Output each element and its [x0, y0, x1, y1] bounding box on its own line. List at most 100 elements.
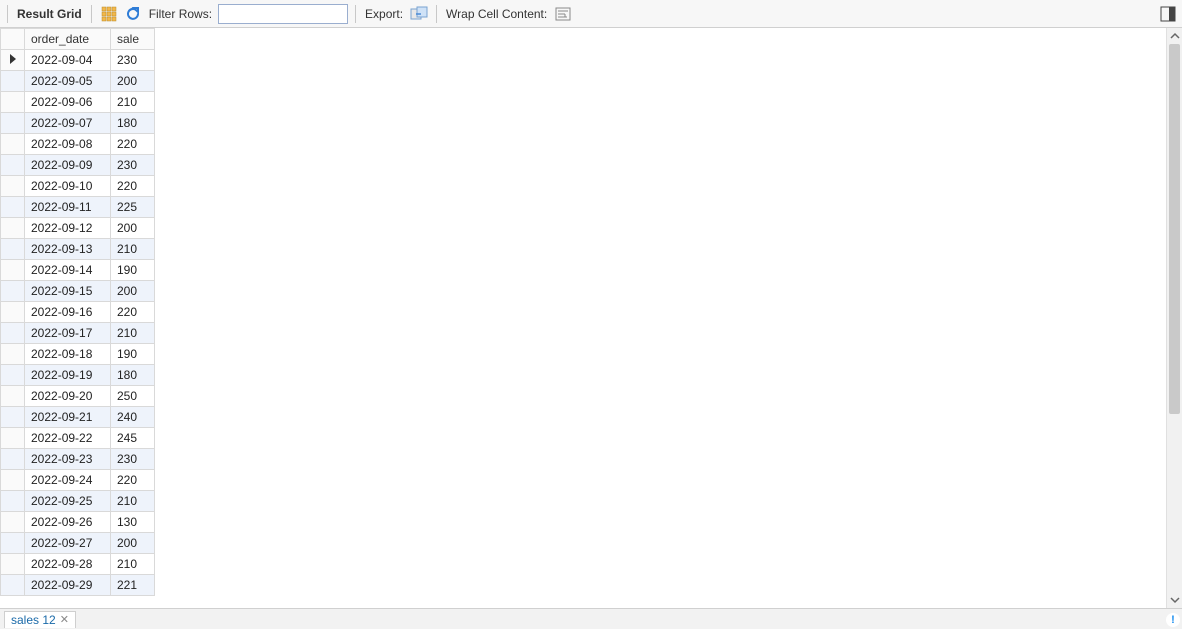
cell-sale[interactable]: 225 [111, 197, 155, 218]
table-row[interactable]: 2022-09-10220 [1, 176, 155, 197]
cell-order-date[interactable]: 2022-09-22 [25, 428, 111, 449]
cell-sale[interactable]: 180 [111, 365, 155, 386]
cell-sale[interactable]: 200 [111, 71, 155, 92]
row-header[interactable] [1, 449, 25, 470]
close-icon[interactable]: ✕ [60, 613, 69, 626]
result-grid-scrollpane[interactable]: order_date sale 2022-09-042302022-09-052… [0, 28, 1166, 608]
refresh-icon[interactable] [123, 4, 143, 24]
table-row[interactable]: 2022-09-18190 [1, 344, 155, 365]
cell-order-date[interactable]: 2022-09-28 [25, 554, 111, 575]
cell-sale[interactable]: 220 [111, 470, 155, 491]
cell-order-date[interactable]: 2022-09-19 [25, 365, 111, 386]
row-header[interactable] [1, 470, 25, 491]
table-row[interactable]: 2022-09-09230 [1, 155, 155, 176]
table-row[interactable]: 2022-09-14190 [1, 260, 155, 281]
cell-sale[interactable]: 220 [111, 302, 155, 323]
cell-order-date[interactable]: 2022-09-29 [25, 575, 111, 596]
cell-sale[interactable]: 230 [111, 50, 155, 71]
cell-order-date[interactable]: 2022-09-14 [25, 260, 111, 281]
cell-order-date[interactable]: 2022-09-13 [25, 239, 111, 260]
table-row[interactable]: 2022-09-13210 [1, 239, 155, 260]
table-row[interactable]: 2022-09-16220 [1, 302, 155, 323]
scroll-up-arrow-icon[interactable] [1167, 28, 1182, 44]
row-header[interactable] [1, 218, 25, 239]
cell-order-date[interactable]: 2022-09-06 [25, 92, 111, 113]
row-header[interactable] [1, 260, 25, 281]
row-header[interactable] [1, 344, 25, 365]
info-badge-icon[interactable]: ! [1166, 613, 1180, 627]
table-row[interactable]: 2022-09-06210 [1, 92, 155, 113]
cell-sale[interactable]: 210 [111, 491, 155, 512]
scrollbar-track[interactable] [1167, 44, 1182, 592]
table-row[interactable]: 2022-09-15200 [1, 281, 155, 302]
table-row[interactable]: 2022-09-22245 [1, 428, 155, 449]
table-row[interactable]: 2022-09-20250 [1, 386, 155, 407]
cell-order-date[interactable]: 2022-09-27 [25, 533, 111, 554]
row-header[interactable] [1, 50, 25, 71]
cell-order-date[interactable]: 2022-09-04 [25, 50, 111, 71]
side-panel-toggle-icon[interactable] [1158, 4, 1178, 24]
column-header-order-date[interactable]: order_date [25, 29, 111, 50]
cell-sale[interactable]: 221 [111, 575, 155, 596]
table-row[interactable]: 2022-09-19180 [1, 365, 155, 386]
cell-sale[interactable]: 230 [111, 155, 155, 176]
cell-order-date[interactable]: 2022-09-21 [25, 407, 111, 428]
row-header[interactable] [1, 575, 25, 596]
row-header[interactable] [1, 155, 25, 176]
vertical-scrollbar[interactable] [1166, 28, 1182, 608]
cell-order-date[interactable]: 2022-09-08 [25, 134, 111, 155]
cell-sale[interactable]: 210 [111, 323, 155, 344]
table-row[interactable]: 2022-09-28210 [1, 554, 155, 575]
row-header[interactable] [1, 281, 25, 302]
row-header[interactable] [1, 134, 25, 155]
cell-order-date[interactable]: 2022-09-26 [25, 512, 111, 533]
cell-sale[interactable]: 190 [111, 344, 155, 365]
cell-order-date[interactable]: 2022-09-16 [25, 302, 111, 323]
row-header[interactable] [1, 407, 25, 428]
cell-sale[interactable]: 130 [111, 512, 155, 533]
row-header[interactable] [1, 533, 25, 554]
cell-order-date[interactable]: 2022-09-12 [25, 218, 111, 239]
table-row[interactable]: 2022-09-24220 [1, 470, 155, 491]
cell-sale[interactable]: 200 [111, 218, 155, 239]
cell-order-date[interactable]: 2022-09-09 [25, 155, 111, 176]
table-row[interactable]: 2022-09-04230 [1, 50, 155, 71]
scrollbar-thumb[interactable] [1169, 44, 1180, 414]
scroll-down-arrow-icon[interactable] [1167, 592, 1182, 608]
table-row[interactable]: 2022-09-26130 [1, 512, 155, 533]
cell-sale[interactable]: 190 [111, 260, 155, 281]
table-row[interactable]: 2022-09-25210 [1, 491, 155, 512]
row-header[interactable] [1, 491, 25, 512]
cell-sale[interactable]: 220 [111, 176, 155, 197]
cell-sale[interactable]: 245 [111, 428, 155, 449]
table-row[interactable]: 2022-09-05200 [1, 71, 155, 92]
cell-sale[interactable]: 220 [111, 134, 155, 155]
grid-view-icon[interactable] [99, 4, 119, 24]
result-tab-sales-12[interactable]: sales 12 ✕ [4, 611, 76, 628]
cell-order-date[interactable]: 2022-09-07 [25, 113, 111, 134]
cell-sale[interactable]: 230 [111, 449, 155, 470]
row-header[interactable] [1, 428, 25, 449]
cell-sale[interactable]: 210 [111, 92, 155, 113]
cell-sale[interactable]: 240 [111, 407, 155, 428]
cell-order-date[interactable]: 2022-09-23 [25, 449, 111, 470]
table-row[interactable]: 2022-09-08220 [1, 134, 155, 155]
cell-sale[interactable]: 200 [111, 533, 155, 554]
cell-order-date[interactable]: 2022-09-11 [25, 197, 111, 218]
cell-order-date[interactable]: 2022-09-20 [25, 386, 111, 407]
row-header[interactable] [1, 113, 25, 134]
cell-order-date[interactable]: 2022-09-17 [25, 323, 111, 344]
table-row[interactable]: 2022-09-17210 [1, 323, 155, 344]
cell-order-date[interactable]: 2022-09-05 [25, 71, 111, 92]
row-header[interactable] [1, 512, 25, 533]
row-header[interactable] [1, 197, 25, 218]
wrap-cell-icon[interactable] [553, 4, 573, 24]
row-header[interactable] [1, 365, 25, 386]
cell-order-date[interactable]: 2022-09-10 [25, 176, 111, 197]
cell-order-date[interactable]: 2022-09-18 [25, 344, 111, 365]
row-header[interactable] [1, 71, 25, 92]
cell-order-date[interactable]: 2022-09-24 [25, 470, 111, 491]
table-row[interactable]: 2022-09-12200 [1, 218, 155, 239]
cell-sale[interactable]: 250 [111, 386, 155, 407]
table-row[interactable]: 2022-09-07180 [1, 113, 155, 134]
